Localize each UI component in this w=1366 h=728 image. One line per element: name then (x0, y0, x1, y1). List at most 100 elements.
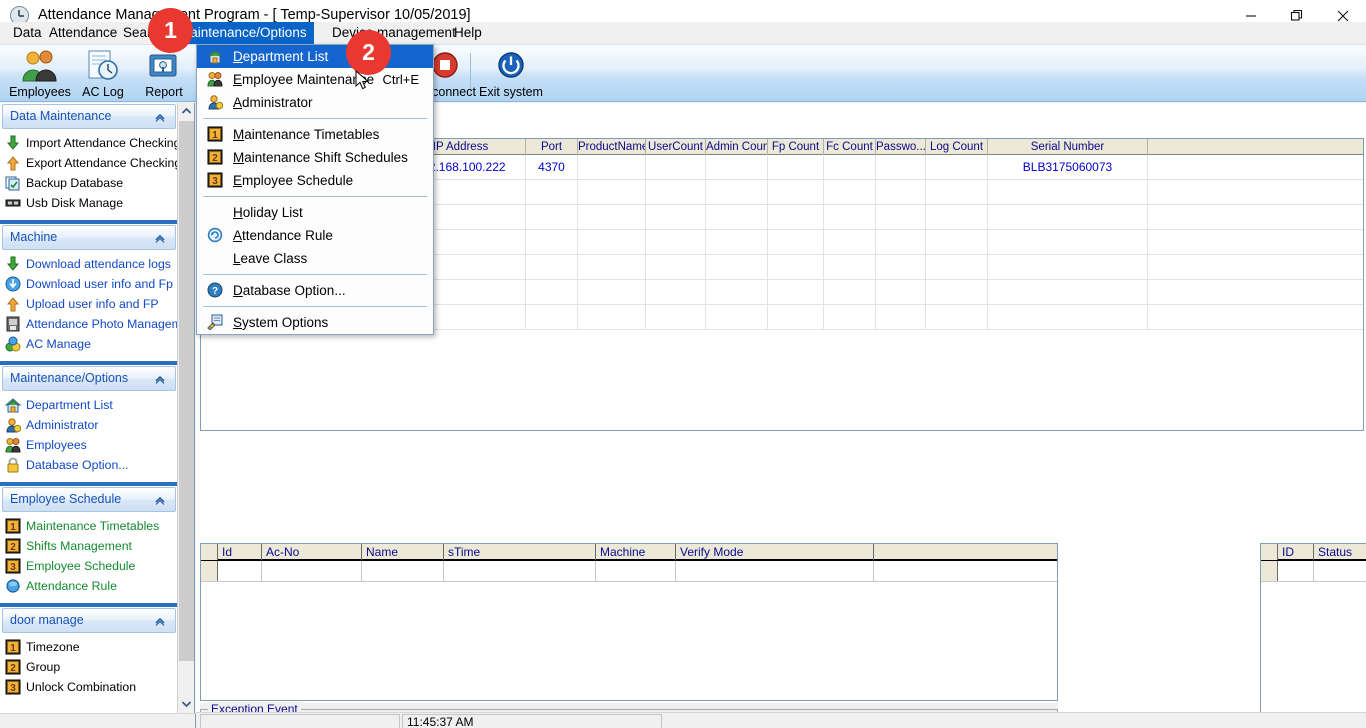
toolbar-employees-button[interactable]: Employees (9, 47, 71, 101)
chevron-up-icon[interactable] (154, 372, 166, 384)
sidebar-scroll-thumb[interactable] (179, 121, 194, 661)
table-cell[interactable] (1314, 561, 1366, 581)
sidebar-item-import-attendance-checking[interactable]: Import Attendance Checking ... (0, 133, 178, 153)
device-grid-column-header[interactable]: Port (526, 139, 578, 155)
device-grid-cell[interactable] (876, 305, 926, 329)
device-grid-cell[interactable] (926, 255, 988, 279)
device-grid-cell[interactable] (926, 230, 988, 254)
device-grid-cell[interactable] (768, 155, 824, 179)
sidebar-item-attendance-photo-managem[interactable]: Attendance Photo Managem... (0, 314, 178, 334)
device-grid-cell[interactable] (646, 255, 706, 279)
toolbar-report-button[interactable]: Report (133, 47, 195, 101)
device-grid-column-header[interactable]: Fc Count (824, 139, 876, 155)
device-grid-column-header[interactable]: Passwo... (876, 139, 926, 155)
device-grid-column-header[interactable]: Log Count (926, 139, 988, 155)
device-grid-column-header[interactable]: ProductName (578, 139, 646, 155)
device-grid-cell[interactable] (824, 255, 876, 279)
device-grid-cell[interactable] (706, 255, 768, 279)
sidebar-item-department-list[interactable]: Department List (0, 395, 178, 415)
device-grid-cell[interactable] (876, 180, 926, 204)
sidebar-item-employees[interactable]: Employees (0, 435, 178, 455)
device-grid-column-header[interactable]: Serial Number (988, 139, 1148, 155)
table-column-header[interactable]: Machine (596, 544, 676, 560)
menu-item-employee-maintenance[interactable]: Employee Maintenance Ctrl+E (197, 68, 433, 91)
sidebar-group-header-employee-schedule[interactable]: Employee Schedule (2, 487, 176, 512)
device-grid-cell[interactable] (768, 230, 824, 254)
sidebar-item-shifts-management[interactable]: 2 Shifts Management (0, 536, 178, 556)
menu-item-attendance-rule[interactable]: Attendance Rule (197, 224, 433, 247)
device-grid-cell[interactable] (526, 305, 578, 329)
table-column-header[interactable]: Id (218, 544, 262, 560)
device-grid-cell[interactable] (988, 255, 1148, 279)
table-cell[interactable] (1278, 561, 1314, 581)
device-grid-cell[interactable] (646, 230, 706, 254)
row-selector[interactable] (1261, 561, 1278, 581)
device-grid-cell[interactable] (578, 205, 646, 229)
device-grid-cell[interactable] (706, 205, 768, 229)
device-grid-cell[interactable] (526, 205, 578, 229)
toolbar-ac-log-button[interactable]: AC Log (72, 47, 134, 101)
table-column-header[interactable]: ID (1278, 544, 1314, 560)
device-grid-cell[interactable] (646, 180, 706, 204)
menu-item-system-options[interactable]: System Options (197, 311, 433, 334)
device-grid-cell[interactable] (988, 180, 1148, 204)
table-cell[interactable] (362, 561, 444, 581)
device-grid-cell[interactable] (526, 230, 578, 254)
sidebar-item-unlock-combination[interactable]: 3 Unlock Combination (0, 677, 178, 697)
sidebar-item-maintenance-timetables[interactable]: 1 Maintenance Timetables (0, 516, 178, 536)
device-grid-cell[interactable] (646, 205, 706, 229)
device-grid-cell[interactable] (876, 155, 926, 179)
table-row[interactable] (201, 561, 1057, 582)
row-selector[interactable] (201, 561, 218, 581)
sidebar-item-export-attendance-checking[interactable]: Export Attendance Checking ... (0, 153, 178, 173)
menu-device-management[interactable]: Device management (325, 22, 463, 44)
device-grid-column-header[interactable]: Admin Count (706, 139, 768, 155)
device-grid-cell[interactable] (988, 305, 1148, 329)
menu-maintenance-options[interactable]: Maintenance/Options (172, 22, 314, 44)
device-grid-cell[interactable] (876, 230, 926, 254)
status-table[interactable]: IDStatusTime (1260, 543, 1366, 728)
menu-item-database-option[interactable]: ? Database Option... (197, 279, 433, 302)
menu-item-maintenance-shift-schedules[interactable]: 2 Maintenance Shift Schedules (197, 146, 433, 169)
table-column-header[interactable]: Ac-No (262, 544, 362, 560)
sidebar-item-timezone[interactable]: 1 Timezone (0, 637, 178, 657)
sidebar-item-attendance-rule[interactable]: Attendance Rule (0, 576, 178, 596)
device-grid-cell[interactable] (706, 280, 768, 304)
device-grid-column-header[interactable]: UserCount (646, 139, 706, 155)
device-grid-cell[interactable] (824, 155, 876, 179)
device-grid-cell[interactable] (876, 205, 926, 229)
sidebar-scrollbar[interactable] (177, 103, 194, 713)
device-grid-cell[interactable]: 4370 (526, 155, 578, 179)
device-grid-cell[interactable] (926, 305, 988, 329)
menu-item-administrator[interactable]: Administrator (197, 91, 433, 114)
device-grid-cell[interactable] (578, 180, 646, 204)
device-grid-cell[interactable] (646, 280, 706, 304)
sidebar-item-ac-manage[interactable]: AC Manage (0, 334, 178, 354)
device-grid-cell[interactable] (646, 155, 706, 179)
maintenance-options-dropdown[interactable]: Department List Employee Maintenance Ctrl+… (196, 44, 434, 335)
device-grid-cell[interactable] (706, 305, 768, 329)
device-grid-cell[interactable] (876, 255, 926, 279)
device-grid-cell[interactable] (578, 255, 646, 279)
device-grid-cell[interactable] (706, 155, 768, 179)
device-grid-cell[interactable] (526, 255, 578, 279)
device-grid-cell[interactable] (926, 155, 988, 179)
sidebar-item-administrator[interactable]: Administrator (0, 415, 178, 435)
device-grid-cell[interactable] (988, 205, 1148, 229)
scroll-down-icon[interactable] (178, 696, 194, 713)
status-table-body[interactable] (1261, 561, 1366, 728)
table-cell[interactable] (676, 561, 874, 581)
device-grid-cell[interactable] (768, 255, 824, 279)
device-grid-cell[interactable]: BLB3175060073 (988, 155, 1148, 179)
device-grid-cell[interactable] (824, 180, 876, 204)
device-grid-cell[interactable] (824, 230, 876, 254)
device-grid-cell[interactable] (646, 305, 706, 329)
device-grid-cell[interactable] (926, 205, 988, 229)
device-grid-cell[interactable] (768, 280, 824, 304)
device-grid-cell[interactable] (926, 180, 988, 204)
device-grid-cell[interactable] (768, 180, 824, 204)
device-grid-cell[interactable] (578, 155, 646, 179)
menu-attendance[interactable]: Attendance (42, 22, 124, 44)
device-grid-cell[interactable] (988, 230, 1148, 254)
table-column-header[interactable]: Verify Mode (676, 544, 874, 560)
